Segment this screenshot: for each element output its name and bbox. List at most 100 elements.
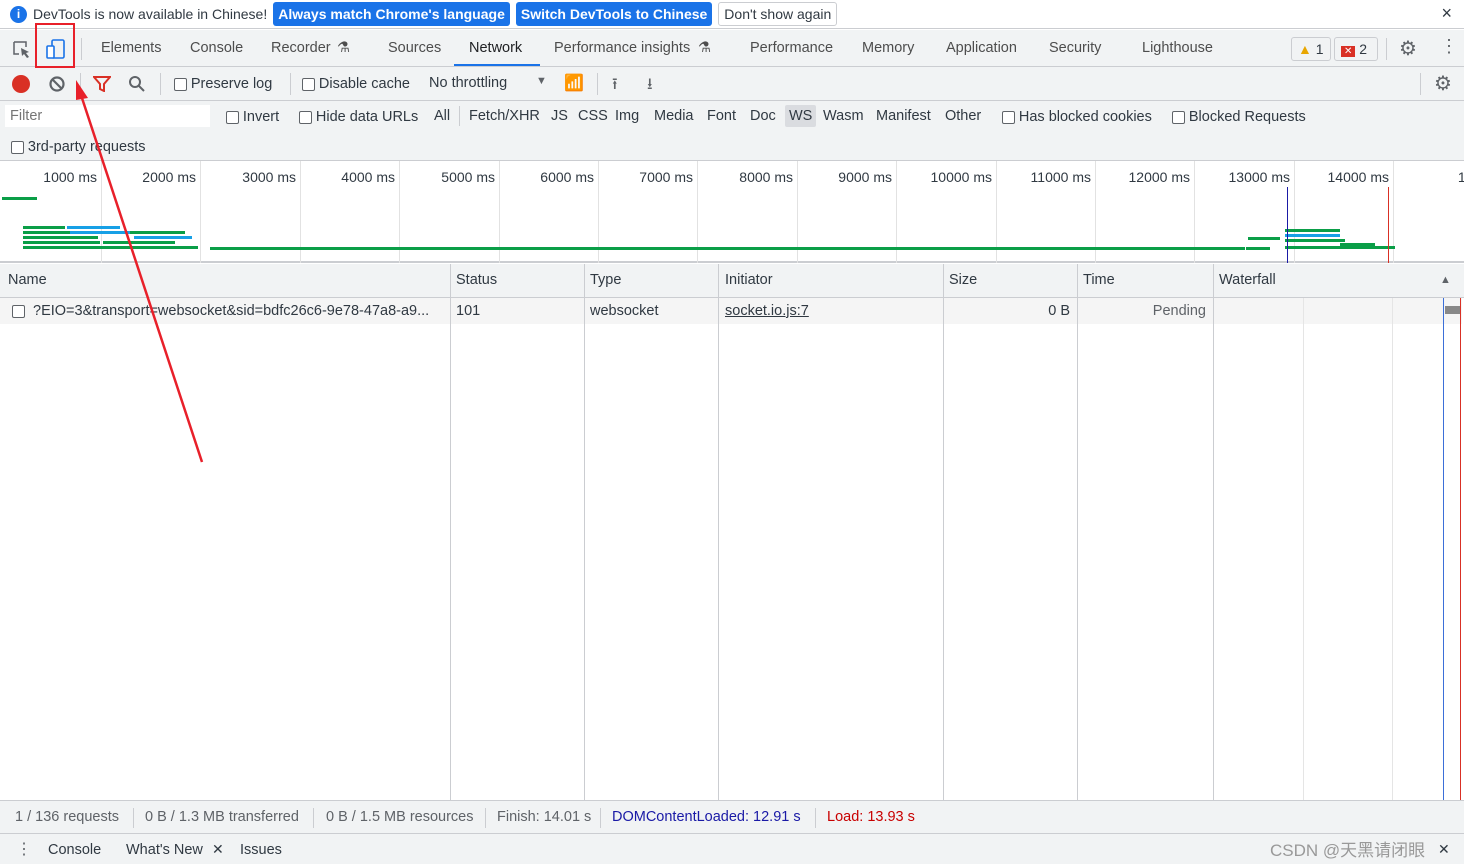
overview-request-bar [23, 226, 65, 229]
sort-ascending-icon: ▲ [1440, 274, 1451, 286]
tab-console[interactable]: Console [190, 40, 243, 56]
settings-gear-icon[interactable]: ⚙ [1399, 36, 1417, 61]
network-conditions-icon[interactable]: 📶 [564, 73, 584, 93]
request-name[interactable]: ?EIO=3&transport=websocket&sid=bdfc26c6-… [33, 303, 429, 319]
filter-type-doc[interactable]: Doc [750, 108, 776, 124]
column-header-type[interactable]: Type [590, 272, 621, 288]
tab-network[interactable]: Network [469, 40, 522, 56]
tab-recorder[interactable]: Recorder [271, 40, 331, 56]
device-toolbar-icon[interactable] [45, 39, 67, 61]
drawer-tabbar: ⋮ Console What's New ✕ Issues CSDN @天黑请闭… [0, 834, 1464, 864]
column-header-time[interactable]: Time [1083, 272, 1115, 288]
network-settings-icon[interactable]: ⚙ [1434, 71, 1452, 96]
request-type: websocket [590, 303, 659, 319]
tab-memory[interactable]: Memory [862, 40, 914, 56]
timeline-tick-label: 1500 [1457, 169, 1464, 185]
warning-icon: ▲ [1298, 41, 1312, 57]
column-header-waterfall[interactable]: Waterfall [1219, 272, 1276, 288]
overview-request-bar [23, 236, 98, 239]
overview-request-bar [1285, 246, 1395, 249]
transferred-size: 0 B / 1.3 MB transferred [145, 809, 299, 825]
filter-icon[interactable] [93, 76, 111, 92]
active-tab-indicator [454, 64, 540, 66]
filter-type-wasm[interactable]: Wasm [823, 108, 864, 124]
overview-request-bar [23, 241, 100, 244]
match-language-button[interactable]: Always match Chrome's language [273, 2, 510, 26]
clear-icon[interactable] [48, 75, 66, 93]
disable-cache-checkbox[interactable]: Disable cache [302, 75, 410, 92]
dom-content-loaded-time: DOMContentLoaded: 12.91 s [612, 809, 801, 825]
resources-size: 0 B / 1.5 MB resources [326, 809, 474, 825]
drawer-tab-whats-new[interactable]: What's New [126, 842, 203, 858]
tab-elements[interactable]: Elements [101, 40, 161, 56]
dcl-marker [1443, 298, 1444, 800]
drawer-tab-issues[interactable]: Issues [240, 842, 282, 858]
column-header-size[interactable]: Size [949, 272, 977, 288]
timeline-tick-label: 4000 ms [341, 169, 395, 185]
record-button[interactable] [12, 75, 30, 93]
timeline-tick-label: 11000 ms [1030, 169, 1091, 185]
close-drawer-icon[interactable]: ✕ [1438, 841, 1450, 858]
dont-show-again-button[interactable]: Don't show again [718, 2, 838, 26]
close-tab-icon[interactable]: ✕ [212, 841, 224, 858]
request-initiator-link[interactable]: socket.io.js:7 [725, 303, 809, 319]
tab-sources[interactable]: Sources [388, 40, 441, 56]
filter-type-img[interactable]: Img [615, 108, 639, 124]
throttling-select[interactable]: No throttling [429, 75, 507, 91]
filter-bar: Invert Hide data URLs All Fetch/XHR JS C… [0, 101, 1464, 161]
timeline-tick-label: 12000 ms [1128, 169, 1190, 185]
more-options-icon[interactable]: ⋮ [1440, 36, 1458, 57]
overview-request-bar [23, 246, 198, 249]
filter-type-ws[interactable]: WS [785, 105, 817, 127]
close-infobar-icon[interactable]: × [1441, 3, 1452, 24]
table-row[interactable]: ?EIO=3&transport=websocket&sid=bdfc26c6-… [0, 298, 1462, 324]
tab-lighthouse[interactable]: Lighthouse [1142, 40, 1213, 56]
requests-table-header: Name Status Type Initiator Size Time Wat… [0, 264, 1464, 298]
filter-type-all[interactable]: All [434, 108, 450, 124]
network-toolbar: Preserve log Disable cache No throttling… [0, 67, 1464, 101]
import-har-icon[interactable]: ⭱ [612, 73, 618, 100]
export-har-icon[interactable]: ⭳ [647, 73, 653, 100]
filter-type-font[interactable]: Font [707, 108, 736, 124]
load-time: Load: 13.93 s [827, 809, 915, 825]
inspect-element-icon[interactable] [12, 40, 32, 60]
tab-security[interactable]: Security [1049, 40, 1101, 56]
column-header-initiator[interactable]: Initiator [725, 272, 773, 288]
filter-type-other[interactable]: Other [945, 108, 981, 124]
third-party-requests-checkbox[interactable]: 3rd-party requests [11, 138, 146, 155]
search-icon[interactable] [128, 75, 146, 93]
invert-checkbox[interactable]: Invert [226, 108, 279, 125]
blocked-requests-checkbox[interactable]: Blocked Requests [1172, 108, 1306, 125]
info-icon: i [10, 5, 27, 23]
column-header-status[interactable]: Status [456, 272, 497, 288]
tab-application[interactable]: Application [946, 40, 1017, 56]
has-blocked-cookies-checkbox[interactable]: Has blocked cookies [1002, 108, 1152, 125]
preserve-log-checkbox[interactable]: Preserve log [174, 75, 272, 92]
overview-request-bar [1285, 234, 1340, 237]
overview-request-bar [1246, 247, 1270, 250]
drawer-menu-icon[interactable]: ⋮ [16, 839, 32, 859]
errors-badge[interactable]: ✕ 2 [1334, 37, 1378, 61]
timeline-gridline [200, 161, 201, 263]
column-header-name[interactable]: Name [8, 272, 47, 288]
finish-time: Finish: 14.01 s [497, 809, 592, 825]
tab-performance[interactable]: Performance [750, 40, 833, 56]
timeline-tick-label: 6000 ms [540, 169, 594, 185]
tab-performance-insights[interactable]: Performance insights [554, 40, 690, 56]
filter-input[interactable] [5, 105, 210, 127]
drawer-tab-console[interactable]: Console [48, 842, 101, 858]
filter-type-manifest[interactable]: Manifest [876, 108, 931, 124]
timeline-tick-label: 2000 ms [142, 169, 196, 185]
filter-type-css[interactable]: CSS [578, 108, 608, 124]
filter-type-media[interactable]: Media [654, 108, 694, 124]
switch-to-chinese-button[interactable]: Switch DevTools to Chinese [515, 2, 713, 26]
network-overview-timeline[interactable]: 1000 ms 2000 ms 3000 ms 4000 ms 5000 ms 6000 … [0, 161, 1464, 263]
overview-request-bar [103, 241, 175, 244]
infobar-message: DevTools is now available in Chinese! [33, 6, 268, 22]
timeline-tick-label: 8000 ms [739, 169, 793, 185]
hide-data-urls-checkbox[interactable]: Hide data URLs [299, 108, 418, 125]
filter-type-js[interactable]: JS [551, 108, 568, 124]
dropdown-arrow-icon[interactable]: ▼ [536, 75, 547, 87]
warnings-badge[interactable]: ▲ 1 [1291, 37, 1331, 61]
filter-type-fetch-xhr[interactable]: Fetch/XHR [469, 108, 540, 124]
